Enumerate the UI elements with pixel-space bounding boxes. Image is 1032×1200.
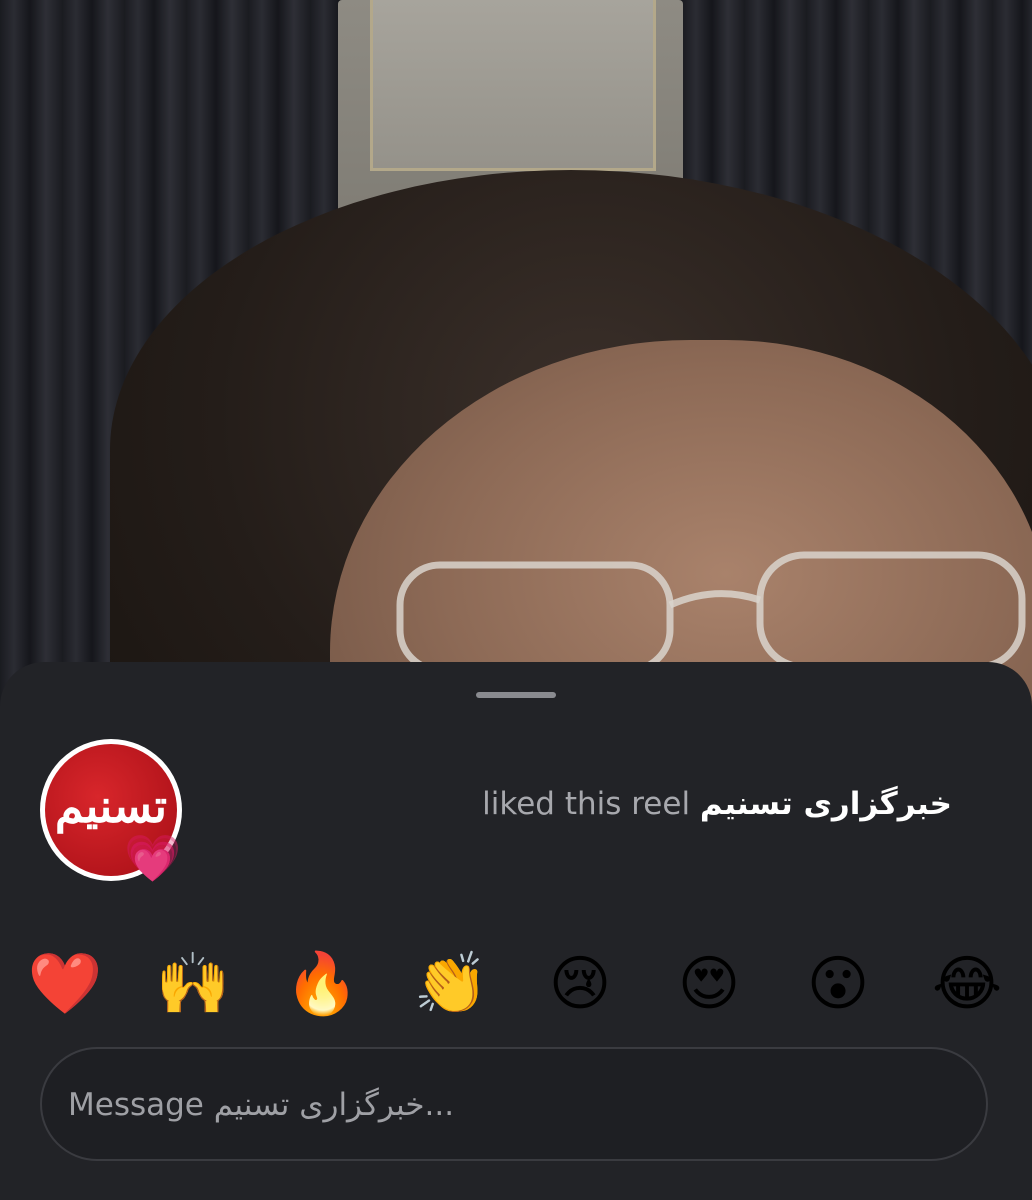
drag-handle[interactable] [476,692,556,698]
liked-notice: liked this reel خبرگزاری تسنیم [482,784,952,824]
reel-video-background[interactable] [0,0,1032,720]
liked-text: liked this reel [482,786,691,822]
message-input[interactable] [66,1049,950,1161]
reel-like-screen: تسنیم 💗 liked this reel خبرگزاری تسنیم ❤… [0,0,1032,1200]
red-heart-icon[interactable]: ❤️ [25,944,105,1024]
clapping-hands-icon[interactable]: 👏 [411,944,491,1024]
pink-heart-icon: 💗 [124,831,182,885]
plaque-frame [370,0,656,171]
tears-of-joy-icon[interactable]: 😂 [927,944,1007,1024]
crying-face-icon[interactable]: 😢 [540,944,620,1024]
message-composer [40,1047,988,1161]
glasses-shape [396,551,1026,674]
quick-reactions-bar: ❤️ 🙌 🔥 👏 😢 😍 😮 😂 [0,944,1032,1024]
likes-bottom-sheet: تسنیم 💗 liked this reel خبرگزاری تسنیم ❤… [0,662,1032,1200]
account-name[interactable]: خبرگزاری تسنیم [700,786,952,822]
raising-hands-icon[interactable]: 🙌 [153,944,233,1024]
avatar-logo-text: تسنیم [54,779,168,833]
heart-eyes-icon[interactable]: 😍 [669,944,749,1024]
surprised-face-icon[interactable]: 😮 [798,944,878,1024]
fire-icon[interactable]: 🔥 [282,944,362,1024]
